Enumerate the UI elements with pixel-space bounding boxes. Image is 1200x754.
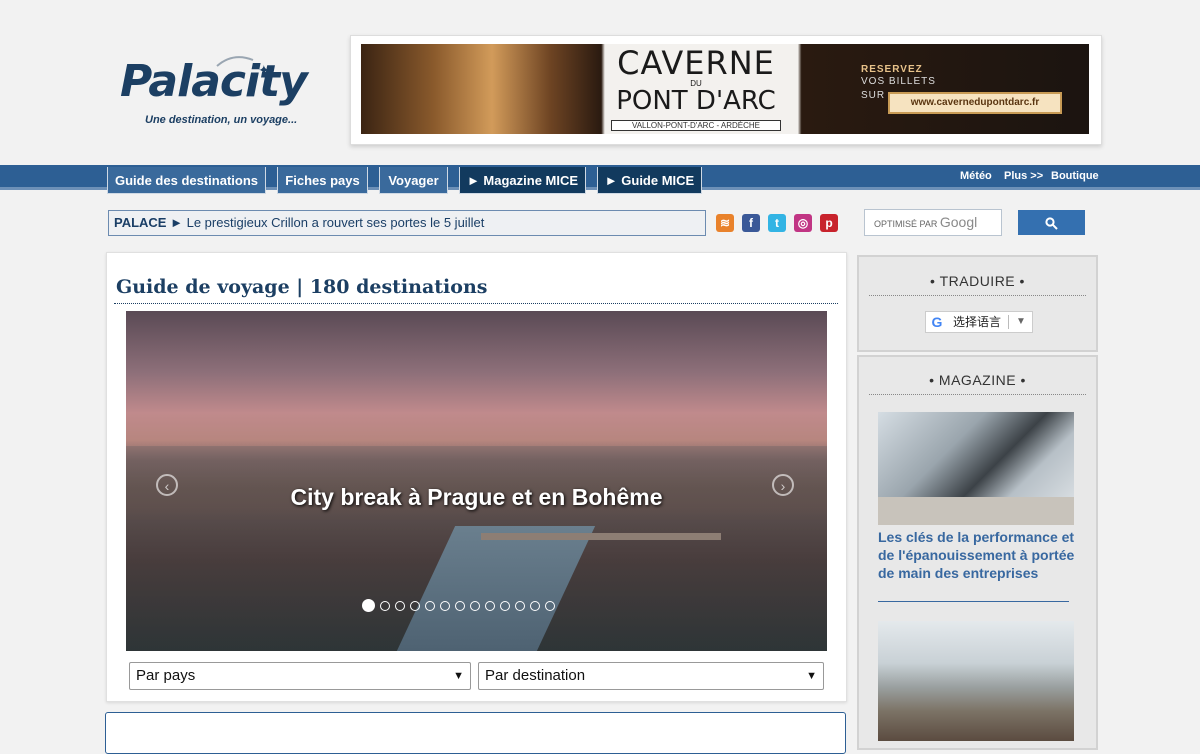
nav-link-meteo[interactable]: Météo (960, 170, 992, 182)
tab-guide-des-destinations[interactable]: Guide des destinations (107, 167, 266, 194)
facebook-icon[interactable]: f (742, 214, 760, 232)
magazine-article-image[interactable] (878, 621, 1074, 741)
slider-dot[interactable] (500, 600, 510, 611)
title-divider (114, 303, 838, 304)
slider-dot[interactable] (362, 599, 375, 613)
search-button[interactable] (1018, 210, 1085, 235)
translate-divider (869, 295, 1086, 296)
ticker-arrow-icon: ► (170, 215, 183, 230)
destination-select-value: Par destination (485, 667, 586, 684)
slider-dot[interactable] (440, 600, 450, 611)
instagram-icon[interactable]: ◎ (794, 214, 812, 232)
slider-prev-icon[interactable]: ‹ (156, 474, 178, 496)
slider-dot[interactable] (455, 600, 465, 611)
slider-dot[interactable] (515, 600, 525, 611)
slider-dot[interactable] (410, 600, 420, 611)
banner-sur: SUR (861, 90, 886, 101)
banner-ad-frame: CAVERNE DU PONT D'ARC VALLON-PONT-D'ARC … (350, 35, 1102, 145)
slider-dot[interactable] (545, 600, 555, 611)
pinterest-icon[interactable]: p (820, 214, 838, 232)
translate-box: • TRADUIRE • G 选择语言 ▼ (857, 255, 1098, 352)
google-icon: G (931, 314, 943, 330)
rss-icon[interactable]: ≋ (716, 214, 734, 232)
tab-fiches-pays[interactable]: Fiches pays (277, 167, 368, 194)
search-input[interactable]: OPTIMISÉ PAR Googl (864, 209, 1002, 236)
tab-magazine-mice[interactable]: ► Magazine MICE (459, 167, 586, 194)
ticker-label: PALACE (114, 215, 167, 230)
banner-title: CAVERNE (617, 44, 775, 82)
page-title: Guide de voyage | 180 destinations (116, 276, 488, 298)
slide-bridge (481, 533, 721, 540)
slide-caption[interactable]: City break à Prague et en Bohême (126, 484, 827, 511)
logo-tagline: Une destination, un voyage... (145, 114, 298, 126)
magazine-title: • MAGAZINE • (929, 372, 1026, 388)
nav-link-plus[interactable]: Plus >> (1004, 170, 1043, 182)
nav-link-boutique[interactable]: Boutique (1051, 170, 1099, 182)
language-select-label: 选择语言 (953, 315, 1002, 329)
destination-slider[interactable]: City break à Prague et en Bohême ‹ › (126, 311, 827, 651)
translate-title: • TRADUIRE • (930, 273, 1025, 289)
tab-voyager[interactable]: Voyager (379, 167, 448, 194)
logo-star-icon: ✦ (258, 62, 270, 78)
country-select[interactable]: Par pays ▼ (129, 662, 471, 690)
language-select[interactable]: G 选择语言 ▼ (925, 311, 1033, 333)
slider-dot[interactable] (485, 600, 495, 611)
slider-dot[interactable] (530, 600, 540, 611)
site-logo[interactable]: Palacity ✦ Une destination, un voyage... (120, 52, 330, 132)
banner-subtitle: PONT D'ARC (616, 86, 776, 116)
magazine-article-image[interactable] (878, 412, 1074, 525)
banner-vos-billets: VOS BILLETS (861, 76, 936, 87)
secondary-panel (105, 712, 846, 754)
magazine-article-title[interactable]: Les clés de la performance et de l'épano… (878, 528, 1078, 582)
slider-dot[interactable] (425, 600, 435, 611)
chevron-down-icon: ▼ (453, 670, 464, 682)
slider-next-icon[interactable]: › (772, 474, 794, 496)
banner-location: VALLON-PONT-D'ARC - ARDÈCHE (611, 120, 781, 131)
banner-reservez: RESERVEZ (861, 64, 923, 75)
image-ground (878, 497, 1074, 525)
tab-guide-mice[interactable]: ► Guide MICE (597, 167, 702, 194)
magazine-box: • MAGAZINE • Les clés de la performance … (857, 355, 1098, 750)
main-panel: Guide de voyage | 180 destinations City … (106, 252, 847, 702)
magazine-article-divider (878, 601, 1069, 602)
twitter-icon[interactable]: t (768, 214, 786, 232)
slider-pagination (362, 597, 560, 613)
logo-text: Palacity (120, 56, 308, 107)
dropdown-arrow-icon: ▼ (1016, 316, 1026, 327)
slider-dot[interactable] (380, 600, 390, 611)
ticker-text[interactable]: Le prestigieux Crillon a rouvert ses por… (187, 215, 485, 230)
magazine-divider (869, 394, 1086, 395)
slider-dot[interactable] (395, 600, 405, 611)
search-icon (1045, 217, 1058, 230)
language-select-separator (1008, 315, 1009, 329)
search-powered-by: OPTIMISÉ PAR (874, 219, 938, 229)
destination-select[interactable]: Par destination ▼ (478, 662, 824, 690)
banner-url[interactable]: www.cavernedupontdarc.fr (888, 92, 1062, 114)
news-ticker[interactable]: PALACE ► Le prestigieux Crillon a rouver… (108, 210, 706, 236)
search-google-brand: Googl (939, 214, 978, 230)
slider-dot[interactable] (470, 600, 480, 611)
banner-ad[interactable]: CAVERNE DU PONT D'ARC VALLON-PONT-D'ARC … (361, 44, 1089, 134)
chevron-down-icon: ▼ (806, 670, 817, 682)
country-select-value: Par pays (136, 667, 196, 684)
